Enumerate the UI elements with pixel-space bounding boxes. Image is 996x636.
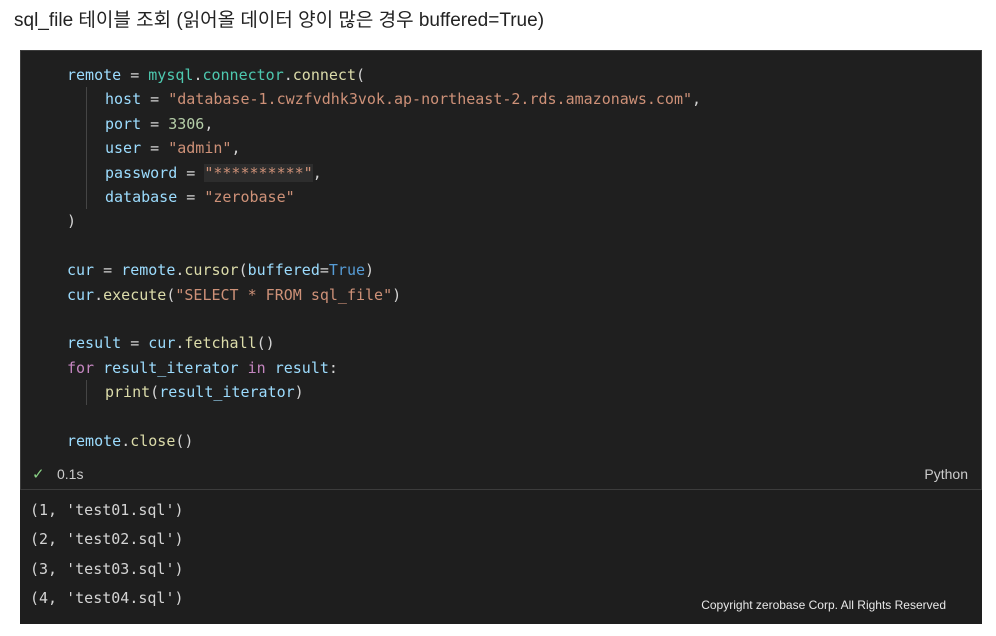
masked-password: "**********": [204, 163, 313, 182]
code-line: database = "zerobase": [105, 187, 295, 206]
code-line: user = "admin",: [105, 139, 241, 158]
code-line: cur = remote.cursor(buffered=True): [67, 261, 375, 280]
cell-output: (1, 'test01.sql') (2, 'test02.sql') (3, …: [30, 496, 184, 614]
code-line: host = "database-1.cwzfvdhk3vok.ap-north…: [105, 90, 702, 109]
output-line: (3, 'test03.sql'): [30, 559, 184, 578]
page-heading: sql_file 테이블 조회 (읽어올 데이터 양이 많은 경우 buffer…: [14, 10, 545, 31]
code-line: cur.execute("SELECT * FROM sql_file"): [67, 285, 402, 304]
output-line: (2, 'test02.sql'): [30, 530, 184, 549]
code-line: ): [67, 212, 77, 231]
code-line: for result_iterator in result:: [67, 358, 338, 377]
check-icon: ✓: [32, 466, 45, 483]
code-line: result = cur.fetchall(): [67, 334, 275, 353]
copyright-watermark: Copyright zerobase Corp. All Rights Rese…: [701, 598, 946, 612]
execution-time: 0.1s: [57, 466, 84, 482]
code-line: password = "**********",: [105, 163, 322, 182]
code-line: port = 3306,: [105, 114, 214, 133]
output-line: (4, 'test04.sql'): [30, 589, 184, 608]
code-editor[interactable]: remote = mysql.connector.connect( host =…: [67, 63, 961, 453]
cell-status-bar: ✓ 0.1s Python: [20, 459, 982, 489]
code-line: remote.close(): [67, 431, 194, 450]
code-line: print(result_iterator): [105, 383, 304, 402]
output-line: (1, 'test01.sql'): [30, 501, 184, 519]
code-line: remote = mysql.connector.connect(: [67, 66, 366, 84]
language-label[interactable]: Python: [924, 466, 968, 482]
code-cell[interactable]: remote = mysql.connector.connect( host =…: [20, 50, 982, 490]
